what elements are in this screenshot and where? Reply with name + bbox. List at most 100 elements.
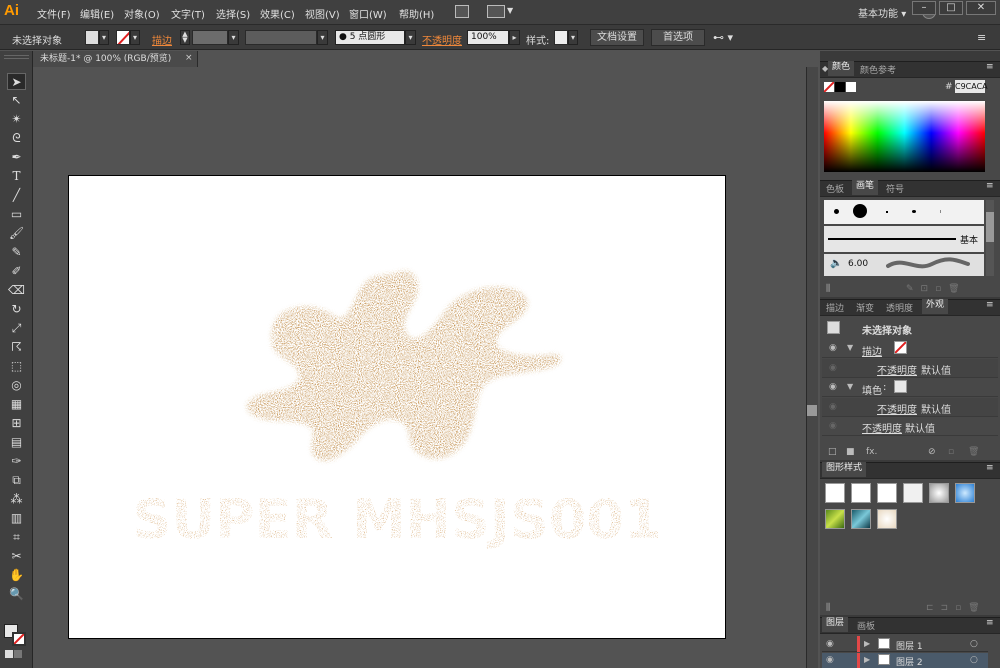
maximize-button[interactable]: □ <box>939 1 963 15</box>
panel-menu-icon[interactable]: ≡ <box>986 300 994 310</box>
visibility-eye-icon[interactable]: ◉ <box>826 639 834 649</box>
variable-width-profile[interactable] <box>245 30 317 45</box>
brush-dot-tiny[interactable] <box>886 211 888 213</box>
direct-selection-tool-icon[interactable]: ↖ <box>7 92 26 109</box>
panel-menu-icon[interactable]: ≡ <box>986 618 994 628</box>
tab-stroke[interactable]: 描边 <box>826 301 844 314</box>
object-opacity-link[interactable]: 不透明度 <box>862 420 902 435</box>
style-gray-gradient[interactable] <box>929 483 949 503</box>
selection-tool-icon[interactable]: ➤ <box>7 73 26 90</box>
vertical-scrollbar[interactable] <box>806 67 818 668</box>
profile-dropdown[interactable]: ▾ <box>317 30 328 45</box>
brush-dot-thin[interactable] <box>940 210 941 213</box>
panel-menu-icon[interactable]: ≡ <box>977 31 986 44</box>
opacity-input[interactable]: 100% <box>467 30 509 45</box>
graphic-style-dropdown[interactable]: ▾ <box>568 30 578 45</box>
mesh-tool-icon[interactable]: ⊞ <box>7 415 26 432</box>
lasso-tool-icon[interactable]: ᘓ <box>7 130 26 147</box>
hand-tool-icon[interactable]: ✋ <box>7 567 26 584</box>
tab-color[interactable]: 颜色 <box>828 61 855 76</box>
fill-dropdown[interactable]: ▾ <box>99 30 109 45</box>
visibility-eye-icon[interactable]: ◉ <box>826 655 834 665</box>
menu-help[interactable]: 帮助(H) <box>399 6 434 21</box>
visibility-eye-icon[interactable]: ◉ <box>829 343 837 353</box>
style-white[interactable] <box>877 483 897 503</box>
blend-tool-icon[interactable]: ⧉ <box>7 472 26 489</box>
target-circle-icon[interactable]: ○ <box>970 655 978 665</box>
stroke-weight-input[interactable] <box>192 30 228 45</box>
brush-dot-small[interactable] <box>834 209 839 214</box>
color-spectrum[interactable] <box>824 101 985 172</box>
rectangle-tool-icon[interactable]: ▭ <box>7 206 26 223</box>
none-color-icon[interactable] <box>824 82 834 92</box>
brush-scroll-thumb[interactable] <box>986 212 994 242</box>
menu-type[interactable]: 文字(T) <box>171 6 205 21</box>
toolbox-grip[interactable] <box>4 55 29 59</box>
hex-input[interactable]: C9CACA <box>955 80 988 93</box>
artboard[interactable]: SUPER MHSJS001 <box>68 175 726 639</box>
visibility-eye-icon[interactable]: ◉ <box>829 402 837 412</box>
close-button[interactable]: ✕ <box>966 1 996 15</box>
workspace-switcher[interactable]: 基本功能 ▾ <box>858 5 906 20</box>
panel-menu-icon[interactable]: ≡ <box>986 463 994 473</box>
preferences-button[interactable]: 首选项 <box>651 29 705 46</box>
style-green-texture[interactable] <box>825 509 845 529</box>
tab-transparency[interactable]: 透明度 <box>886 301 913 314</box>
brush-dot-oval[interactable] <box>912 210 916 213</box>
style-cream-texture[interactable] <box>877 509 897 529</box>
style-default[interactable] <box>825 483 845 503</box>
fill-swatch[interactable] <box>894 380 907 393</box>
brush-libraries-icon[interactable]: ⫼ <box>826 284 830 294</box>
pen-tool-icon[interactable]: ✒ <box>7 149 26 166</box>
shape-builder-tool-icon[interactable]: ◎ <box>7 377 26 394</box>
graphic-style-libraries-icon[interactable]: ⫼ <box>826 603 830 613</box>
type-tool-icon[interactable]: T <box>7 168 26 185</box>
layer-name[interactable]: 图层 1 <box>896 639 923 652</box>
stroke-label-link[interactable]: 描边 <box>152 32 172 47</box>
free-transform-tool-icon[interactable]: ⬚ <box>7 358 26 375</box>
duplicate-item-icon[interactable]: ▫ <box>948 447 954 457</box>
artboard-tool-icon[interactable]: ⌗ <box>7 529 26 546</box>
tab-symbols[interactable]: 符号 <box>886 182 904 195</box>
slice-tool-icon[interactable]: ✂ <box>7 548 26 565</box>
eyedropper-tool-icon[interactable]: ✑ <box>7 453 26 470</box>
menu-window[interactable]: 窗口(W) <box>349 6 387 21</box>
bridge-icon[interactable] <box>455 5 469 18</box>
stroke-color-icon[interactable] <box>12 632 26 646</box>
layer-name[interactable]: 图层 2 <box>896 655 923 668</box>
panel-menu-icon[interactable]: ≡ <box>986 62 994 72</box>
brush-definition[interactable]: ● 5 点圆形 <box>335 30 405 45</box>
style-blue-gradient[interactable] <box>955 483 975 503</box>
opacity-dropdown[interactable]: ▸ <box>509 30 520 45</box>
fill-swatch[interactable] <box>85 30 99 45</box>
disclosure-triangle-icon[interactable]: ▼ <box>847 382 853 391</box>
document-tab[interactable]: 未标题-1* @ 100% (RGB/预览) <box>33 51 198 67</box>
menu-view[interactable]: 视图(V) <box>305 6 340 21</box>
transform-icon[interactable]: ⊷ ▾ <box>713 31 733 44</box>
panel-menu-icon[interactable]: ≡ <box>986 181 994 191</box>
add-effect-icon[interactable]: fx. <box>866 447 877 457</box>
stroke-weight-dropdown[interactable]: ▾ <box>228 30 239 45</box>
visibility-eye-icon[interactable]: ◉ <box>829 421 837 431</box>
tab-gradient[interactable]: 渐变 <box>856 301 874 314</box>
rotate-tool-icon[interactable]: ↻ <box>7 301 26 318</box>
style-teal-texture[interactable] <box>851 509 871 529</box>
document-setup-button[interactable]: 文档设置 <box>590 29 644 46</box>
menu-file[interactable]: 文件(F) <box>37 6 71 21</box>
style-stroke-white[interactable] <box>903 483 923 503</box>
gradient-mode-icon[interactable] <box>14 650 22 658</box>
tab-artboards[interactable]: 画板 <box>857 619 875 632</box>
warp-tool-icon[interactable]: ☈ <box>7 339 26 356</box>
add-stroke-icon[interactable]: □ <box>828 447 837 457</box>
paintbrush-tool-icon[interactable]: 🖌 <box>7 225 26 242</box>
visibility-eye-icon[interactable]: ◉ <box>829 382 837 392</box>
menu-select[interactable]: 选择(S) <box>216 6 250 21</box>
tab-swatches[interactable]: 色板 <box>826 182 844 195</box>
opacity-label-link[interactable]: 不透明度 <box>422 32 462 47</box>
tab-appearance[interactable]: 外观 <box>922 299 949 314</box>
stroke-none-swatch[interactable] <box>894 341 907 354</box>
gradient-tool-icon[interactable]: ▤ <box>7 434 26 451</box>
close-tab-icon[interactable]: × <box>185 53 193 63</box>
line-tool-icon[interactable]: ╱ <box>7 187 26 204</box>
symbol-sprayer-tool-icon[interactable]: ⁂ <box>7 491 26 508</box>
